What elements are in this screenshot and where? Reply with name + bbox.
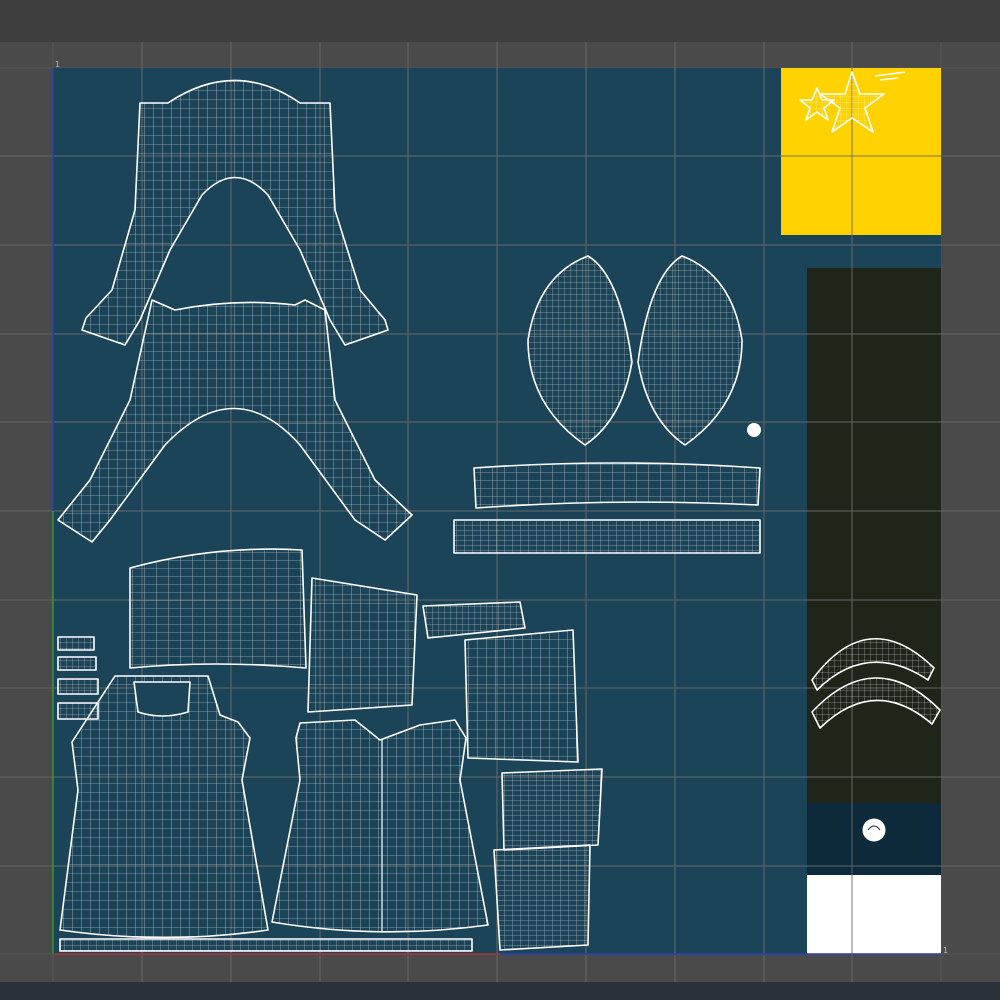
square-patch-island (464, 629, 579, 763)
small-tab-4-island (57, 702, 99, 720)
skirt-panel-left-island (129, 548, 307, 669)
editor-top-bar (0, 0, 1000, 42)
dress-back-island (271, 719, 489, 933)
small-tab-3-island (57, 678, 99, 695)
uv-tile-label-corner: 1 (943, 946, 949, 955)
uv-editor-viewport[interactable]: 1 1 (0, 42, 1000, 982)
small-tab-2-island (57, 656, 97, 671)
band-upper-island (473, 462, 761, 509)
bottom-trim-strip-island (59, 938, 473, 952)
button-dot (747, 423, 761, 437)
uv-tile-label-origin: 1 (55, 60, 61, 69)
white-swatch (807, 875, 941, 954)
band-lower-island (453, 519, 761, 554)
small-tab-1-island (57, 636, 95, 651)
sleeve-stack-lower-island (493, 844, 591, 951)
dark-olive-swatch (807, 268, 941, 803)
sleeve-stack-upper-island (501, 768, 603, 851)
dress-front-neck (133, 681, 191, 717)
yellow-swatch (781, 68, 941, 235)
editor-bottom-bar (0, 982, 1000, 1000)
small-rect-panel-island (307, 577, 418, 713)
button-disc (861, 817, 887, 843)
